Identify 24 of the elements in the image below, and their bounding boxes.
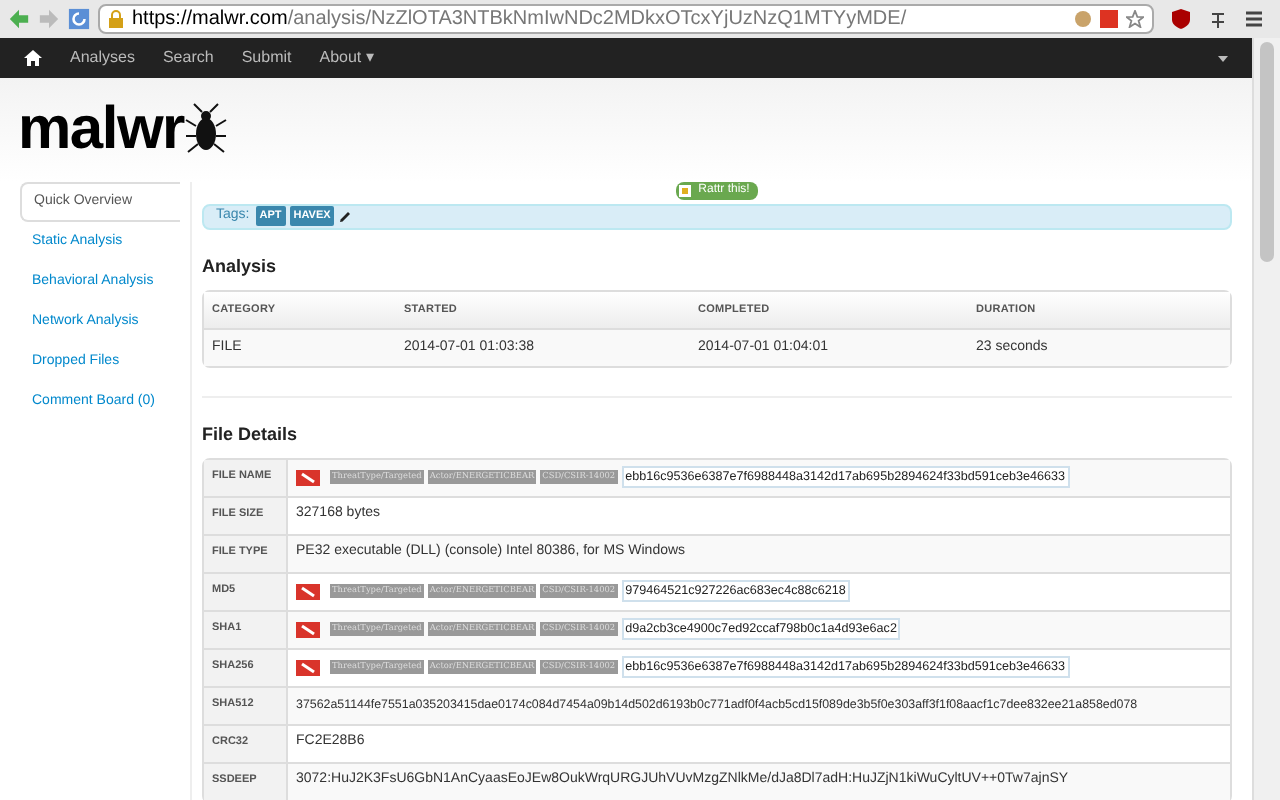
url-text: https://malwr.com/analysis/NzZlOTA3NTBkNmIwNDc2MDkxOTcxYjUzNzQ1MTYyMDE/ (132, 6, 907, 32)
extension-icon[interactable] (1208, 9, 1228, 29)
section-heading: Analysis (202, 253, 279, 280)
flag-icon (296, 583, 320, 599)
flag-icon (296, 621, 320, 637)
nav-link[interactable]: Analyses (70, 46, 135, 70)
caret-icon[interactable] (1218, 55, 1228, 61)
nav-link[interactable]: About ▾ (319, 46, 374, 70)
nav-link[interactable]: Submit (241, 46, 292, 70)
section-heading: File Details (202, 422, 300, 448)
back-icon[interactable] (8, 8, 30, 30)
home-icon[interactable] (24, 50, 42, 66)
lock-icon (108, 10, 124, 28)
pencil-icon[interactable] (338, 209, 353, 224)
address-bar[interactable]: https://malwr.com/analysis/NzZlOTA3NTBkNmIwNDc2MDkxOTcxYjUzNzQ1MTYyMDE/ (98, 4, 1154, 34)
flag-icon (296, 469, 320, 485)
nav-link[interactable]: Search (162, 46, 214, 70)
reload-icon[interactable] (68, 8, 90, 30)
shield-icon[interactable] (1170, 8, 1192, 30)
flag-icon (296, 659, 320, 675)
menu-icon[interactable] (1244, 10, 1264, 28)
bug-icon (183, 102, 228, 158)
logo-text: malwr (18, 100, 184, 160)
scrollbar[interactable] (1252, 38, 1280, 800)
